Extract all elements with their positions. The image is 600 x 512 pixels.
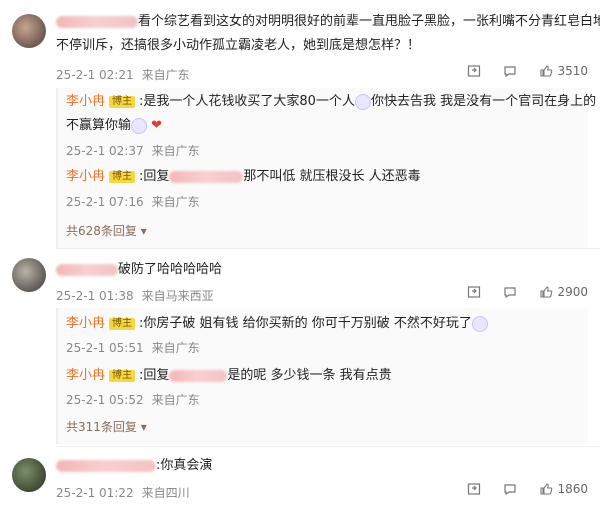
reply-author[interactable]: 李小冉 [66,316,105,331]
like-button[interactable]: 1860 [539,482,588,496]
author-badge: 博主 [109,170,136,183]
reply-text-b: 那不叫低 就压根没长 人还恶毒 [243,169,421,184]
emoji-icon [471,315,488,332]
comment-1-text: 看个综艺看到这女的对明明很好的前辈一直甩脸子黑脸，一张利嘴不分青红皂白地 [138,14,600,29]
more-replies-link[interactable]: 共311条回复 ▾ [66,418,147,435]
divider [56,248,600,249]
comment-1-text-2: 不停训斥，还搞很多小动作孤立霸凌老人，她到底是想怎样？！ [56,38,421,53]
comment-1-line-1: 看个综艺看到这女的对明明很好的前辈一直甩脸子黑脸，一张利嘴不分青红皂白地 [56,10,600,34]
reply-text-b: 是的呢 多少钱一条 我有点贵 [227,368,392,383]
like-button[interactable]: 2900 [539,285,588,299]
reply-2-line-1: 李小冉 博主:回复 那不叫低 就压根没长 人还恶毒 [66,165,421,189]
like-count: 1860 [557,482,588,496]
blurred-username[interactable] [169,369,228,382]
blurred-username[interactable] [169,170,244,183]
reply-1-line-1: 李小冉 博主:是我一个人花钱收买了大家80一个人 你快去告我 我是没有一个官司在身上… [66,90,600,114]
reply-1-meta: 25-2-1 02:37 来自广东 [66,142,200,159]
reply-4-meta: 25-2-1 05:52 来自广东 [66,391,200,408]
comment-1-meta: 25-2-1 02:21 来自广东 [56,66,190,83]
more-replies-link[interactable]: 共628条回复 ▾ [66,222,147,239]
author-badge: 博主 [109,369,136,382]
avatar[interactable] [12,258,46,292]
comment-1-line-2: 不停训斥，还搞很多小动作孤立霸凌老人，她到底是想怎样？！ [56,34,420,58]
thumbs-up-icon [540,65,553,77]
comment-2-meta: 25-2-1 01:38 来自马来西亚 [56,287,214,304]
share-icon[interactable] [467,482,481,496]
chevron-down-icon: ▾ [140,224,147,238]
location: 来自马来西亚 [141,289,214,303]
reply-text: :回复 [139,169,170,184]
share-icon[interactable] [467,64,481,78]
avatar[interactable] [12,458,46,492]
reply-1-line-2: 不赢算你输 ❤ [66,114,162,138]
emoji-icon [131,117,148,134]
comment-3-meta: 25-2-1 01:22 来自四川 [56,484,190,501]
heart-icon: ❤ [151,118,163,133]
reply-author[interactable]: 李小冉 [66,368,105,383]
comment-3-line-1: :你真会演 [56,454,212,478]
reply-3-line-1: 李小冉 博主:你房子破 姐有钱 给你买新的 你可千万别破 不然不好玩了 [66,312,488,336]
location: 来自广东 [151,341,200,355]
reply-2-meta: 25-2-1 07:16 来自广东 [66,193,200,210]
timestamp: 25-2-1 01:38 [56,289,134,303]
timestamp: 25-2-1 05:52 [66,393,144,407]
timestamp: 25-2-1 07:16 [66,195,144,209]
blurred-username[interactable] [56,15,138,28]
comment-3-actions: 1860 [467,482,588,496]
reply-text-2: 不赢算你输 [66,118,132,133]
blurred-username[interactable] [56,263,118,276]
thumbs-up-icon [540,286,553,298]
timestamp: 25-2-1 02:21 [56,68,134,82]
chevron-down-icon: ▾ [140,420,147,434]
timestamp: 25-2-1 02:37 [66,144,144,158]
comment-icon[interactable] [503,482,517,496]
author-badge: 博主 [109,95,136,108]
reply-text: :你房子破 姐有钱 给你买新的 你可千万别破 不然不好玩了 [139,316,472,331]
avatar[interactable] [12,14,46,48]
location: 来自广东 [151,393,200,407]
comment-2-line-1: 破防了哈哈哈哈哈 [56,258,222,282]
reply-4-line-1: 李小冉 博主:回复 是的呢 多少钱一条 我有点贵 [66,364,392,388]
reply-text: :是我一个人花钱收买了大家80一个人 [139,94,355,109]
comment-icon[interactable] [503,285,517,299]
timestamp: 25-2-1 05:51 [66,341,144,355]
location: 来自广东 [141,68,190,82]
timestamp: 25-2-1 01:22 [56,486,134,500]
reply-author[interactable]: 李小冉 [66,94,105,109]
reply-text-b: 你快去告我 我是没有一个官司在身上的 告 [370,94,600,109]
thumbs-up-icon [540,483,553,495]
share-icon[interactable] [467,285,481,299]
location: 来自四川 [141,486,190,500]
location: 来自广东 [151,144,200,158]
divider [56,446,600,447]
comment-icon[interactable] [503,64,517,78]
emoji-icon [354,93,371,110]
author-badge: 博主 [109,317,136,330]
reply-author[interactable]: 李小冉 [66,169,105,184]
comment-2-text: 破防了哈哈哈哈哈 [118,262,223,277]
blurred-username[interactable] [56,459,156,472]
comment-1-actions: 3510 [467,64,588,78]
reply-text: :回复 [139,368,170,383]
like-count: 3510 [557,64,588,78]
location: 来自广东 [151,195,200,209]
like-button[interactable]: 3510 [539,64,588,78]
reply-3-meta: 25-2-1 05:51 来自广东 [66,339,200,356]
like-count: 2900 [557,285,588,299]
comment-2-actions: 2900 [467,285,588,299]
comment-3-text: :你真会演 [156,458,213,473]
